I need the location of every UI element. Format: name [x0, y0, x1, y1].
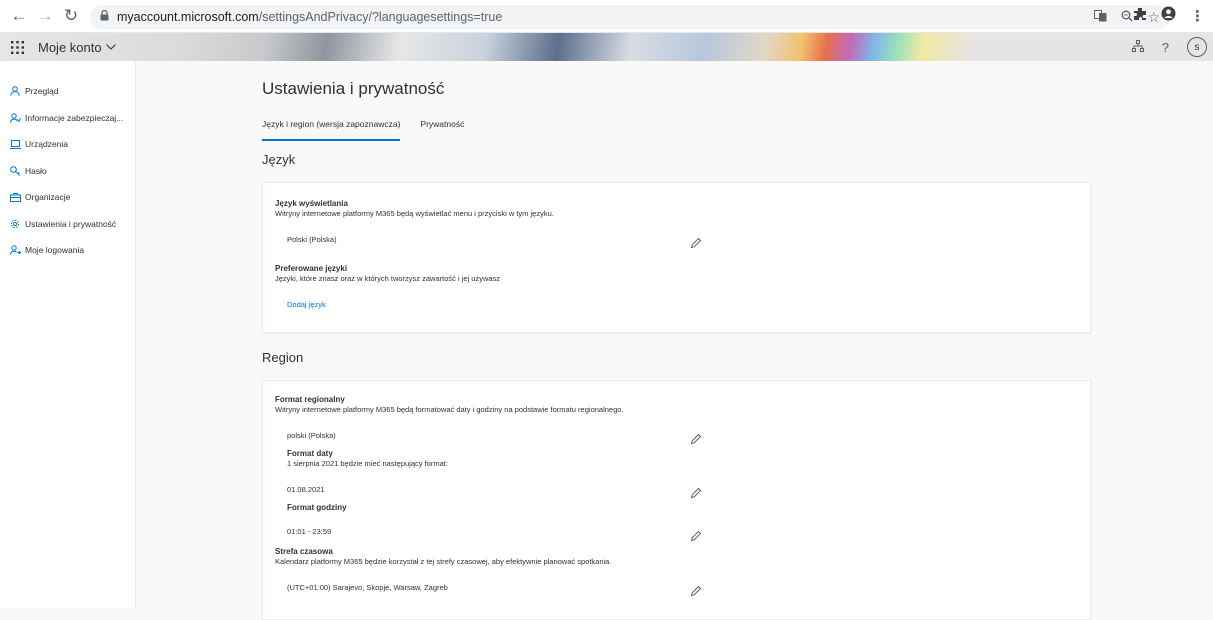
preferred-languages-title: Preferowane języki	[275, 264, 348, 273]
time-zone-value: (UTC+01:00) Sarajevo, Skopje, Warsaw, Za…	[287, 583, 448, 592]
sidebar-item-label: Moje logowania	[25, 245, 85, 256]
display-language-value: Polski (Polska)	[287, 235, 337, 244]
display-language-title: Język wyświetlania	[275, 199, 348, 208]
menu-kebab-icon[interactable]: ⋮	[1190, 7, 1205, 25]
sidebar-item-label: Hasło	[25, 165, 47, 176]
main-content: Ustawienia i prywatność Język i region (…	[136, 61, 1213, 620]
add-language-link[interactable]: Dodaj język	[287, 300, 326, 309]
sidebar-item-label: Organizacje	[25, 192, 71, 203]
sign-ins-icon	[9, 245, 21, 255]
extensions-icon[interactable]	[1133, 7, 1147, 25]
browser-toolbar: ← → ↻ myaccount.microsoft.com/settingsAn…	[0, 0, 1213, 33]
sidebar-item-overview[interactable]: Przegląd	[0, 78, 135, 105]
translate-icon[interactable]	[1094, 9, 1107, 25]
edit-pencil-icon[interactable]	[690, 236, 702, 249]
person-icon	[9, 86, 21, 96]
briefcase-icon	[9, 192, 21, 202]
address-bar[interactable]: myaccount.microsoft.com/settingsAndPriva…	[90, 5, 1170, 29]
regional-format-title: Format regionalny	[275, 395, 345, 404]
key-icon	[9, 165, 21, 176]
sidebar-item-security-info[interactable]: Informacje zabezpieczaj...	[0, 105, 135, 132]
sidebar-item-label: Urządzenia	[25, 139, 68, 150]
region-card: Format regionalny Witryny internetowe pl…	[262, 380, 1091, 620]
edit-pencil-icon[interactable]	[690, 584, 702, 597]
region-heading: Region	[262, 350, 304, 365]
date-format-desc: 1 sierpnia 2021 będzie mieć następujący …	[287, 459, 448, 468]
sidebar-item-my-sign-ins[interactable]: Moje logowania	[0, 237, 135, 264]
time-format-value: 01:01 - 23:59	[287, 527, 332, 536]
tab-privacy[interactable]: Prywatność	[420, 119, 464, 141]
lock-icon	[100, 9, 109, 24]
app-launcher-icon[interactable]	[2, 33, 32, 61]
tab-language-region[interactable]: Język i region (wersja zapoznawcza)	[262, 119, 401, 141]
display-language-desc: Witryny internetowe platformy M365 będą …	[275, 209, 554, 218]
app-header: Moje konto ? s	[0, 33, 1213, 61]
org-chart-icon[interactable]	[1131, 39, 1144, 55]
sidebar-item-organizations[interactable]: Organizacje	[0, 184, 135, 211]
regional-format-desc: Witryny internetowe platformy M365 będą …	[275, 405, 624, 414]
gear-icon	[9, 219, 21, 229]
sidebar-item-label: Ustawienia i prywatność	[25, 218, 117, 229]
preferred-languages-desc: Języki, które znasz oraz w których tworz…	[275, 274, 501, 283]
sidebar-item-label: Przegląd	[25, 86, 59, 97]
sidebar-item-password[interactable]: Hasło	[0, 158, 135, 185]
sidebar: Przegląd Informacje zabezpieczaj... Urzą…	[0, 61, 136, 608]
language-card: Język wyświetlania Witryny internetowe p…	[262, 182, 1091, 333]
date-format-title: Format daty	[287, 449, 333, 458]
security-info-icon	[9, 113, 21, 123]
time-zone-title: Strefa czasowa	[275, 547, 333, 556]
url-path: /settingsAndPrivacy/?languagesettings=tr…	[258, 10, 503, 24]
zoom-icon[interactable]	[1121, 10, 1133, 25]
tab-bar: Język i region (wersja zapoznawcza) Pryw…	[262, 119, 464, 141]
page-title: Ustawienia i prywatność	[262, 79, 445, 98]
chevron-down-icon	[105, 42, 116, 53]
forward-arrow-icon[interactable]: →	[34, 5, 56, 27]
avatar[interactable]: s	[1187, 37, 1207, 57]
app-title-dropdown[interactable]: Moje konto	[38, 40, 116, 55]
time-format-title: Format godziny	[287, 503, 347, 512]
edit-pencil-icon[interactable]	[690, 432, 702, 445]
back-arrow-icon[interactable]: ←	[8, 5, 30, 27]
sidebar-item-label: Informacje zabezpieczaj...	[25, 112, 124, 123]
url-host: myaccount.microsoft.com	[117, 10, 259, 24]
edit-pencil-icon[interactable]	[690, 529, 702, 542]
profile-icon[interactable]	[1161, 6, 1176, 25]
edit-pencil-icon[interactable]	[690, 486, 702, 499]
sidebar-item-settings-privacy[interactable]: Ustawienia i prywatność	[0, 211, 135, 238]
help-icon[interactable]: ?	[1162, 40, 1169, 55]
language-heading: Język	[262, 152, 296, 167]
date-format-value: 01.08.2021	[287, 485, 325, 494]
reload-icon[interactable]: ↻	[60, 5, 82, 27]
app-title: Moje konto	[38, 39, 102, 55]
time-zone-desc: Kalendarz platformy M365 będzie korzysta…	[275, 557, 612, 566]
regional-format-value: polski (Polska)	[287, 431, 336, 440]
sidebar-item-devices[interactable]: Urządzenia	[0, 131, 135, 158]
laptop-icon	[9, 139, 21, 149]
